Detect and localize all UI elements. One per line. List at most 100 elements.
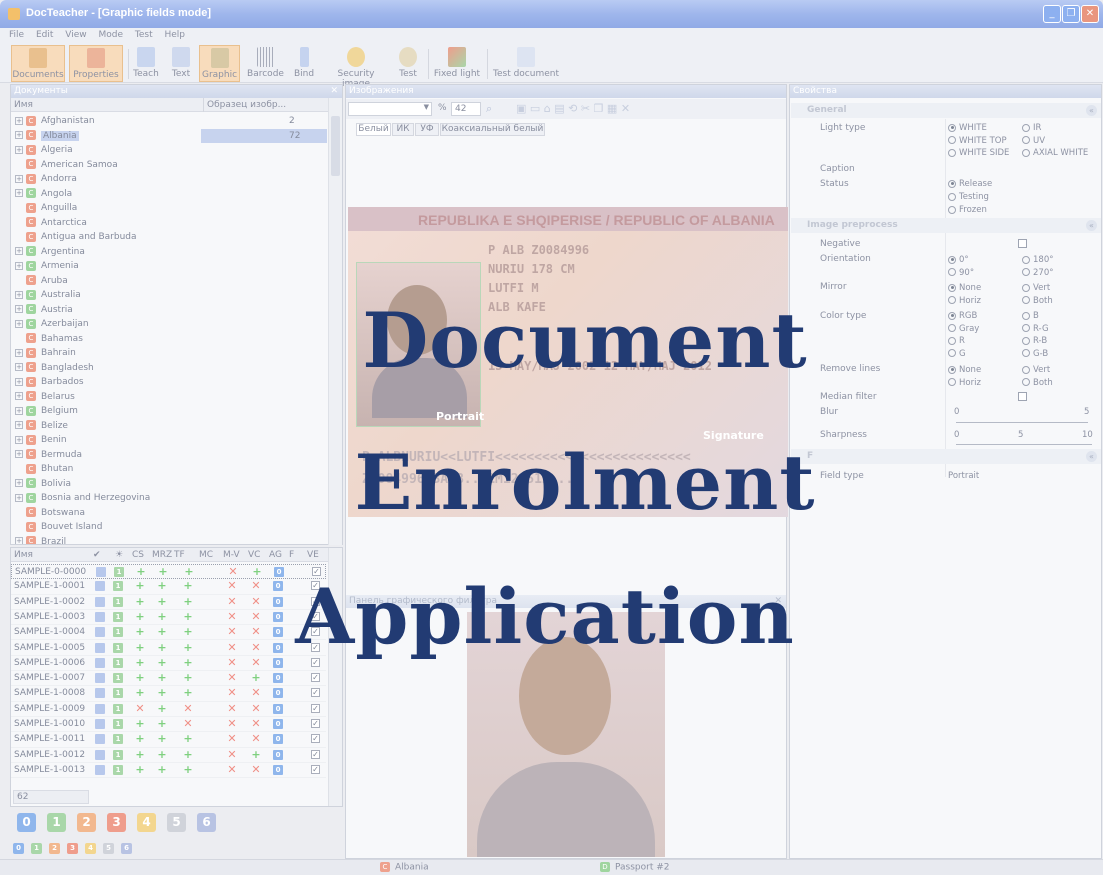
fixed-light-button[interactable]: Fixed light (433, 45, 481, 82)
document-tree-item[interactable]: + C Brazil (11, 535, 329, 544)
image-selector[interactable]: ▼ (348, 102, 432, 116)
blur-slider[interactable] (956, 422, 1088, 423)
radio-white-top[interactable]: WHITE TOP (948, 136, 1007, 146)
close-button[interactable]: ✕ (1081, 5, 1099, 23)
status-filter-badge[interactable]: 4 (137, 813, 156, 832)
graphic-button[interactable]: Graphic (199, 45, 240, 82)
grid-column-header[interactable]: Имя (14, 548, 33, 562)
grid-column-header[interactable]: MRZ (152, 548, 172, 562)
radio-white-side[interactable]: WHITE SIDE (948, 148, 1009, 158)
column-name[interactable]: Имя (14, 98, 33, 112)
bind-button[interactable]: Bind (292, 45, 316, 82)
grid-column-header[interactable]: TF (174, 548, 185, 562)
document-tree-item[interactable]: + C Belgium (11, 404, 329, 419)
grid-column-header[interactable]: VE (307, 548, 319, 562)
expand-icon[interactable]: + (15, 131, 23, 139)
section-general[interactable]: General « (791, 103, 1101, 118)
radio-axial-white[interactable]: AXIAL WHITE (1022, 148, 1088, 158)
ve-checkbox[interactable]: ✓ (311, 688, 320, 698)
radio-mirror-vert[interactable]: Vert (1022, 283, 1050, 293)
security-image-button[interactable]: Security image (324, 45, 388, 89)
status-filter-badge-small[interactable]: 5 (103, 843, 114, 854)
document-tree-item[interactable]: +CAnguilla (11, 201, 329, 216)
ve-checkbox[interactable]: ✓ (311, 673, 320, 683)
expand-icon[interactable]: + (15, 174, 23, 183)
document-tree-item[interactable]: + C Argentina (11, 245, 329, 260)
ve-checkbox[interactable]: ✓ (311, 703, 320, 713)
table-row[interactable]: SAMPLE-1-0007 1 + + + ✕ +0 ✓ (11, 671, 326, 687)
radio-ir[interactable]: IR (1022, 123, 1041, 133)
expand-icon[interactable]: + (15, 392, 23, 400)
test-button[interactable]: Test (396, 45, 420, 82)
expand-icon[interactable]: + (15, 537, 23, 544)
collapse-icon[interactable]: « (1086, 105, 1097, 116)
restore-button[interactable]: ❐ (1062, 5, 1080, 23)
zoom-icon[interactable]: ⌕ (486, 102, 492, 116)
menu-view[interactable]: View (65, 28, 86, 43)
negative-checkbox[interactable] (1018, 239, 1027, 248)
scroll-thumb[interactable] (331, 116, 340, 176)
document-tree-item[interactable]: + C Albania 72 (11, 128, 329, 144)
document-tree-item[interactable]: + C Angola (11, 187, 329, 202)
radio-release[interactable]: Release (948, 179, 992, 189)
teach-button[interactable]: Teach (132, 45, 160, 82)
ve-checkbox[interactable]: ✓ (311, 764, 320, 774)
table-row[interactable]: SAMPLE-1-0009 1 ✕ + ✕ ✕ ✕ 0 ✓ (11, 702, 326, 717)
text-button[interactable]: Text (168, 45, 194, 82)
barcode-button[interactable]: Barcode (246, 45, 285, 82)
table-row[interactable]: SAMPLE-1-0010 1 + + ✕ ✕ ✕ 0 ✓ (11, 717, 326, 733)
ve-checkbox[interactable]: ✓ (311, 749, 320, 759)
document-tree-item[interactable]: + C Afghanistan 2 (11, 114, 329, 129)
document-tree-item[interactable]: +CAruba (11, 274, 329, 289)
grid-column-header[interactable]: AG (269, 548, 282, 562)
ve-checkbox[interactable]: ✓ (311, 719, 320, 728)
status-filter-badge-small[interactable]: 1 (31, 843, 42, 854)
grid-column-header[interactable]: MC (199, 548, 213, 562)
radio-0[interactable]: 0° (948, 255, 969, 265)
status-filter-badge-small[interactable]: 4 (85, 843, 96, 854)
properties-button[interactable]: Properties (69, 45, 123, 82)
status-filter-badge[interactable]: 6 (197, 813, 216, 832)
expand-icon[interactable]: + (15, 189, 23, 197)
document-tree-item[interactable]: +CAmerican Samoa (11, 158, 329, 173)
status-filter-badge[interactable]: 5 (167, 813, 186, 832)
menu-mode[interactable]: Mode (98, 28, 123, 43)
document-tree-item[interactable]: + C Belize (11, 419, 329, 434)
radio-white[interactable]: WHITE (948, 123, 987, 133)
grid-column-header[interactable]: VC (248, 548, 260, 562)
expand-icon[interactable]: + (15, 247, 23, 255)
menu-help[interactable]: Help (165, 28, 186, 43)
grid-column-header[interactable]: F (289, 548, 294, 562)
status-filter-badge-small[interactable]: 0 (13, 843, 24, 854)
status-filter-badge-small[interactable]: 2 (49, 843, 60, 854)
image-tab[interactable]: ИК (392, 123, 414, 136)
status-filter-badge[interactable]: 2 (77, 813, 96, 832)
grid-column-header[interactable]: M-V (223, 548, 240, 562)
table-row[interactable]: SAMPLE-1-0013 1 + + + ✕ ✕ 0 ✓ (11, 763, 326, 779)
expand-icon[interactable]: + (15, 406, 23, 415)
ve-checkbox[interactable]: ✓ (311, 734, 320, 744)
radio-180[interactable]: 180° (1022, 255, 1053, 265)
radio-uv[interactable]: UV (1022, 136, 1045, 146)
radio-testing[interactable]: Testing (948, 192, 989, 202)
documents-button[interactable]: Documents (11, 45, 65, 82)
document-tree-item[interactable]: + C Andorra (11, 172, 329, 187)
expand-icon[interactable]: + (15, 421, 23, 429)
document-tree-item[interactable]: + C Armenia (11, 259, 329, 274)
status-filter-badge-small[interactable]: 3 (67, 843, 78, 854)
zoom-input[interactable]: 42 (451, 102, 481, 116)
grid-column-header[interactable]: CS (132, 548, 144, 562)
radio-270[interactable]: 270° (1022, 268, 1053, 278)
radio-90[interactable]: 90° (948, 268, 974, 278)
expand-icon[interactable]: + (15, 261, 23, 270)
status-filter-badge-small[interactable]: 6 (121, 843, 132, 854)
table-row[interactable]: SAMPLE-1-0011 1 + + + ✕ ✕ 0 ✓ (11, 732, 326, 748)
document-tree-item[interactable]: + C Algeria (11, 143, 329, 158)
collapse-icon[interactable]: « (1086, 220, 1097, 231)
status-filter-badge[interactable]: 1 (47, 813, 66, 832)
document-tree-item[interactable]: +CAntarctica (11, 216, 329, 231)
grid-column-header[interactable]: ☀ (115, 548, 123, 562)
radio-frozen[interactable]: Frozen (948, 205, 987, 215)
column-sample[interactable]: Образец изобр... (203, 98, 286, 112)
image-tab[interactable]: УФ (415, 123, 439, 136)
